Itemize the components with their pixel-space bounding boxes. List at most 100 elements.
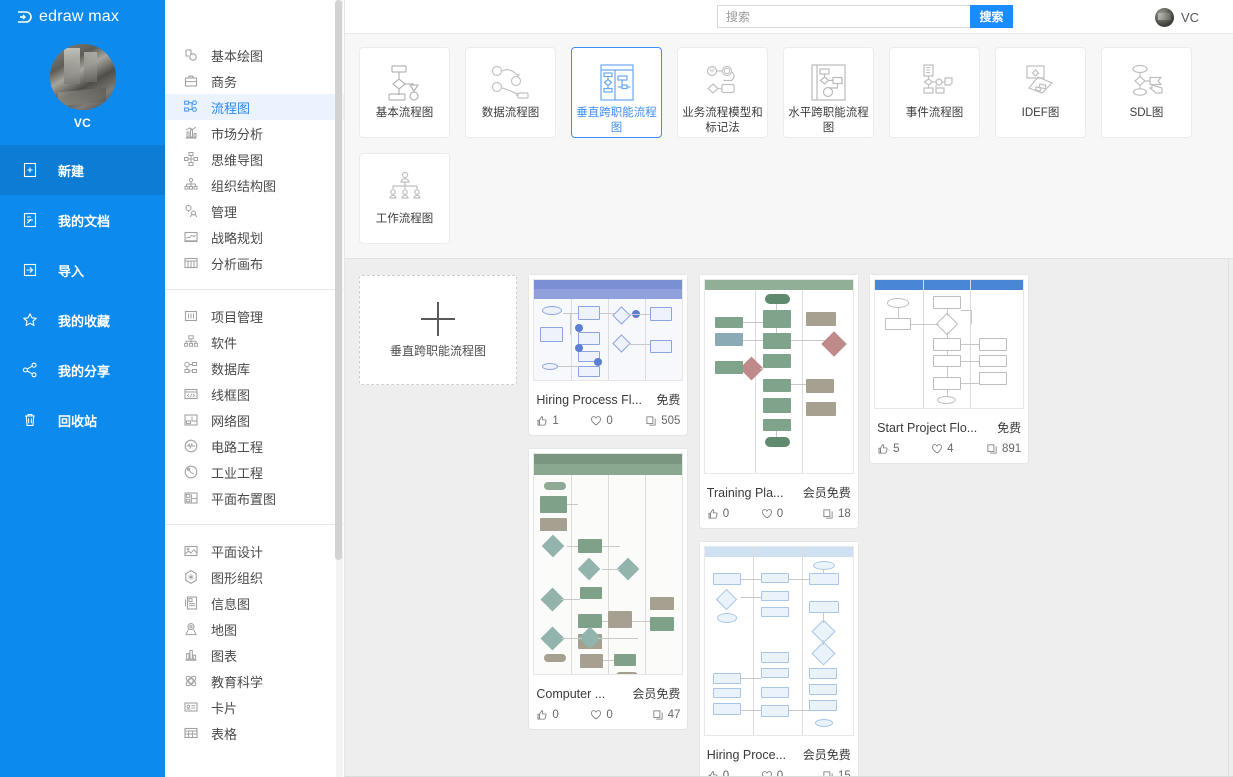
- diagram-type-bpmn[interactable]: 业务流程模型和标记法: [677, 47, 768, 138]
- sidebar-item-shares[interactable]: 我的分享: [0, 345, 165, 395]
- primary-nav: 新建 我的文档 导入 我的收藏 我的分享 回收站: [0, 145, 165, 445]
- user-menu[interactable]: VC: [1154, 0, 1199, 34]
- sidebar-item-favorites[interactable]: 我的收藏: [0, 295, 165, 345]
- category-item-label: 线框图: [211, 387, 251, 403]
- event-flow-icon: [912, 61, 958, 105]
- favorites-count: 0: [606, 415, 613, 427]
- search-button[interactable]: 搜索: [970, 5, 1013, 28]
- copies-count: 47: [667, 709, 681, 721]
- template-copies: 505: [642, 415, 680, 427]
- category-item-wireframe[interactable]: 线框图: [165, 381, 344, 407]
- template-favorites: 0: [590, 415, 642, 427]
- diagram-type-label: IDEF图: [1021, 107, 1060, 119]
- business-icon: [183, 73, 199, 89]
- category-item-strategy[interactable]: 战略规划: [165, 224, 344, 250]
- heart-icon: [932, 444, 943, 454]
- category-item-label: 平面设计: [211, 544, 264, 560]
- diagram-type-data-flow-diagram[interactable]: 数据流程图: [465, 47, 556, 138]
- template-tile[interactable]: Computer ... 会员免费 0 0 47: [529, 449, 688, 729]
- sidebar-item-new[interactable]: 新建: [0, 145, 165, 195]
- category-item-education-science[interactable]: 教育科学: [165, 668, 344, 694]
- template-thumbnail: [870, 275, 1029, 413]
- template-thumbnail: [699, 542, 858, 740]
- vertical-cross-functional-icon: [594, 61, 640, 105]
- category-item-chart[interactable]: 图表: [165, 642, 344, 668]
- category-item-mindmap[interactable]: 思维导图: [165, 146, 344, 172]
- category-item-analysis-canvas[interactable]: 分析画布: [165, 250, 344, 276]
- diagram-type-workflow[interactable]: 工作流程图: [359, 153, 450, 244]
- heart-icon: [591, 416, 602, 426]
- sidebar-item-my-documents[interactable]: 我的文档: [0, 195, 165, 245]
- diagram-type-idef[interactable]: IDEF图: [995, 47, 1086, 138]
- category-item-circuit[interactable]: 电路工程: [165, 433, 344, 459]
- diagram-type-horizontal-cross-functional[interactable]: 水平跨职能流程图: [783, 47, 874, 138]
- category-item-management[interactable]: 管理: [165, 198, 344, 224]
- workflow-icon: [382, 167, 428, 211]
- sidebar-item-label: 我的收藏: [58, 313, 111, 329]
- template-tile[interactable]: Hiring Process Fl... 免费 1 0 505: [529, 275, 688, 435]
- template-tile[interactable]: Hiring Proce... 会员免费 0 0 15: [699, 542, 858, 777]
- sidebar-item-trash[interactable]: 回收站: [0, 395, 165, 445]
- category-item-software[interactable]: 软件: [165, 329, 344, 355]
- diagram-type-label: 水平跨职能流程图: [788, 107, 869, 134]
- template-copies: 891: [983, 443, 1021, 455]
- template-price: 免费: [656, 393, 681, 407]
- copies-count: 18: [837, 508, 851, 520]
- category-item-graphic-organizer[interactable]: 图形组织: [165, 564, 344, 590]
- template-favorites: 0: [590, 709, 642, 721]
- analysis-canvas-icon: [183, 255, 199, 271]
- category-item-infographic[interactable]: 信息图: [165, 590, 344, 616]
- idef-icon: [1018, 61, 1064, 105]
- template-title: Training Pla...: [706, 486, 784, 500]
- category-scrollbar-track[interactable]: [335, 0, 343, 777]
- category-item-project-management[interactable]: 项目管理: [165, 303, 344, 329]
- category-item-network[interactable]: 网络图: [165, 407, 344, 433]
- trash-icon: [22, 412, 38, 428]
- category-divider-1: [165, 289, 344, 290]
- heart-icon: [761, 509, 772, 519]
- category-item-business[interactable]: 商务: [165, 68, 344, 94]
- avatar[interactable]: [49, 44, 116, 110]
- template-tile[interactable]: Start Project Flo... 免费 5 4 891: [870, 275, 1029, 463]
- category-item-graphic-design[interactable]: 平面设计: [165, 538, 344, 564]
- category-item-table[interactable]: 表格: [165, 720, 344, 746]
- category-item-label: 网络图: [211, 413, 251, 429]
- category-item-label: 管理: [211, 204, 238, 220]
- category-scrollbar-thumb[interactable]: [335, 0, 342, 560]
- favorites-count: 0: [776, 508, 784, 520]
- share-icon: [22, 362, 38, 378]
- star-icon: [22, 312, 38, 328]
- diagram-type-vertical-cross-functional[interactable]: 垂直跨职能流程图: [571, 47, 662, 138]
- diagram-type-sdl[interactable]: SDL图: [1101, 47, 1192, 138]
- template-tile[interactable]: Training Pla... 会员免费 0 0 18: [699, 275, 858, 528]
- category-item-org-chart[interactable]: 组织结构图: [165, 172, 344, 198]
- category-item-market-analysis[interactable]: 市场分析: [165, 120, 344, 146]
- category-item-label: 流程图: [211, 100, 251, 116]
- create-new-template-tile[interactable]: 垂直跨职能流程图: [359, 275, 517, 385]
- brand-logo[interactable]: edraw max: [0, 0, 165, 34]
- template-thumbnail: [529, 275, 688, 385]
- category-group-2: 项目管理 软件 数据库 线框图 网络图 电路工程 工业工程 平面布置图: [165, 303, 344, 511]
- diagram-type-basic-flowchart[interactable]: 基本流程图: [359, 47, 450, 138]
- category-item-label: 图形组织: [211, 570, 264, 586]
- diagram-type-grid: 基本流程图 数据流程图 垂直跨职能流程图 业务流程模型和标记法 水平跨职能流程图…: [359, 47, 1233, 244]
- diagram-type-event-flow[interactable]: 事件流程图: [889, 47, 980, 138]
- category-item-flowchart[interactable]: 流程图: [165, 94, 344, 120]
- thumbs-up-icon: [708, 509, 718, 519]
- category-item-floorplan[interactable]: 平面布置图: [165, 485, 344, 511]
- sidebar-item-import[interactable]: 导入: [0, 245, 165, 295]
- sidebar-item-label: 导入: [58, 263, 85, 279]
- main-area: 搜索 VC: [345, 0, 1233, 777]
- category-item-industrial[interactable]: 工业工程: [165, 459, 344, 485]
- horizontal-cross-functional-icon: [806, 61, 852, 105]
- category-item-basic-drawing[interactable]: 基本绘图: [165, 42, 344, 68]
- search-input[interactable]: [717, 5, 970, 28]
- category-item-label: 图表: [211, 648, 238, 664]
- management-icon: [183, 203, 199, 219]
- template-title: Start Project Flo...: [877, 421, 978, 435]
- category-item-database[interactable]: 数据库: [165, 355, 344, 381]
- category-item-map[interactable]: 地图: [165, 616, 344, 642]
- sidebar-item-label: 我的文档: [58, 213, 111, 229]
- category-item-card[interactable]: 卡片: [165, 694, 344, 720]
- copies-count: 891: [1001, 443, 1022, 455]
